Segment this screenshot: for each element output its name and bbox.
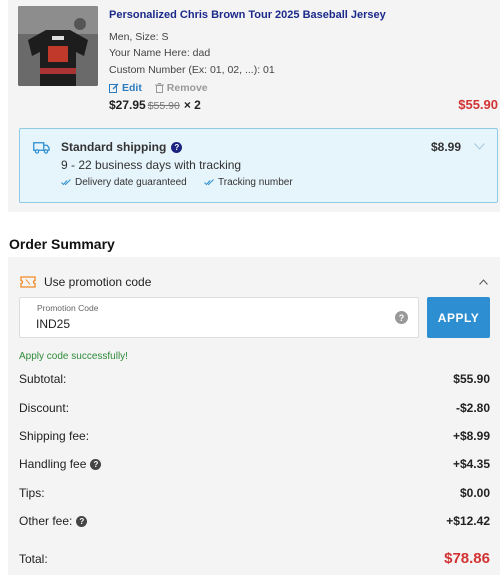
total-label: Total: (19, 551, 48, 566)
shipping-price: $8.99 (430, 140, 461, 154)
promo-toggle[interactable]: Use promotion code (20, 275, 151, 289)
summary-row-shipping: Shipping fee: +$8.99 (19, 429, 490, 443)
order-summary-title: Order Summary (9, 236, 115, 252)
promo-code-input[interactable] (36, 316, 376, 332)
edit-icon (109, 83, 119, 93)
trash-icon (154, 83, 164, 93)
shipping-method: Standard shipping ? (61, 140, 183, 154)
product-thumbnail[interactable] (18, 6, 98, 86)
cart-item-section: Personalized Chris Brown Tour 2025 Baseb… (8, 0, 500, 212)
edit-label: Edit (122, 82, 142, 94)
summary-row-discount: Discount: -$2.80 (19, 401, 490, 415)
shipping-name: Standard shipping (61, 140, 167, 154)
coupon-icon (20, 276, 36, 288)
summary-row-handling: Handling fee ? +$4.35 (19, 457, 490, 471)
other-fee-help-icon[interactable]: ? (76, 515, 88, 527)
row-value: +$8.99 (452, 429, 490, 443)
order-summary: Use promotion code Promotion Code ? APPL… (8, 257, 500, 575)
row-value: +$4.35 (452, 457, 490, 471)
handling-help-icon[interactable]: ? (90, 458, 102, 470)
promo-code-field[interactable]: Promotion Code ? (19, 297, 419, 338)
feature-tracking-number: Tracking number (204, 177, 293, 188)
promo-help-icon[interactable]: ? (395, 311, 408, 324)
promo-success-message: Apply code successfully! (19, 351, 128, 362)
product-option-name: Your Name Here: dad (109, 47, 211, 59)
summary-row-total: Total: $78.86 (19, 550, 490, 567)
summary-row-tips: Tips: $0.00 (19, 486, 490, 500)
quantity: × 2 (183, 98, 201, 112)
product-option-number: Custom Number (Ex: 01, 02, ...): 01 (109, 64, 275, 76)
promo-label: Use promotion code (44, 275, 152, 289)
shipping-option[interactable]: Standard shipping ? 9 - 22 business days… (19, 128, 498, 203)
row-value: $55.90 (453, 372, 490, 386)
row-label: Tips: (19, 486, 45, 500)
product-title[interactable]: Personalized Chris Brown Tour 2025 Baseb… (109, 9, 386, 21)
row-label: Handling fee (19, 457, 87, 471)
double-check-icon (204, 179, 214, 186)
feature-label: Tracking number (218, 177, 293, 188)
apply-button[interactable]: APPLY (427, 297, 490, 338)
chevron-up-icon[interactable] (479, 279, 488, 285)
summary-row-other-fee: Other fee: ? +$12.42 (19, 514, 490, 528)
unit-price-line: $27.95 $55.90 × 2 (109, 98, 201, 112)
summary-row-subtotal: Subtotal: $55.90 (19, 372, 490, 386)
total-value: $78.86 (444, 550, 490, 567)
edit-button[interactable]: Edit (109, 82, 142, 94)
shipping-help-icon[interactable]: ? (171, 141, 183, 153)
promo-field-label: Promotion Code (37, 303, 99, 313)
original-price: $55.90 (147, 100, 180, 112)
jersey-image-icon (18, 6, 98, 86)
row-label: Subtotal: (19, 372, 67, 386)
row-label: Shipping fee: (19, 429, 90, 443)
row-label: Other fee: (19, 514, 73, 528)
row-value: $0.00 (459, 486, 490, 500)
row-label: Discount: (19, 401, 70, 415)
row-value: +$12.42 (446, 514, 490, 528)
line-total: $55.90 (458, 97, 498, 112)
item-actions: Edit Remove (109, 82, 218, 96)
shipping-days: 9 - 22 business days with tracking (61, 158, 242, 172)
product-option-size: Men, Size: S (109, 31, 169, 43)
remove-button[interactable]: Remove (154, 82, 208, 94)
truck-icon (33, 142, 50, 154)
feature-delivery-guaranteed: Delivery date guaranteed (61, 177, 187, 188)
unit-price: $27.95 (109, 98, 146, 112)
chevron-down-icon[interactable] (474, 143, 485, 150)
row-value: -$2.80 (455, 401, 490, 415)
cart-item: Personalized Chris Brown Tour 2025 Baseb… (18, 6, 498, 118)
double-check-icon (61, 179, 71, 186)
remove-label: Remove (166, 82, 208, 94)
feature-label: Delivery date guaranteed (75, 177, 187, 188)
